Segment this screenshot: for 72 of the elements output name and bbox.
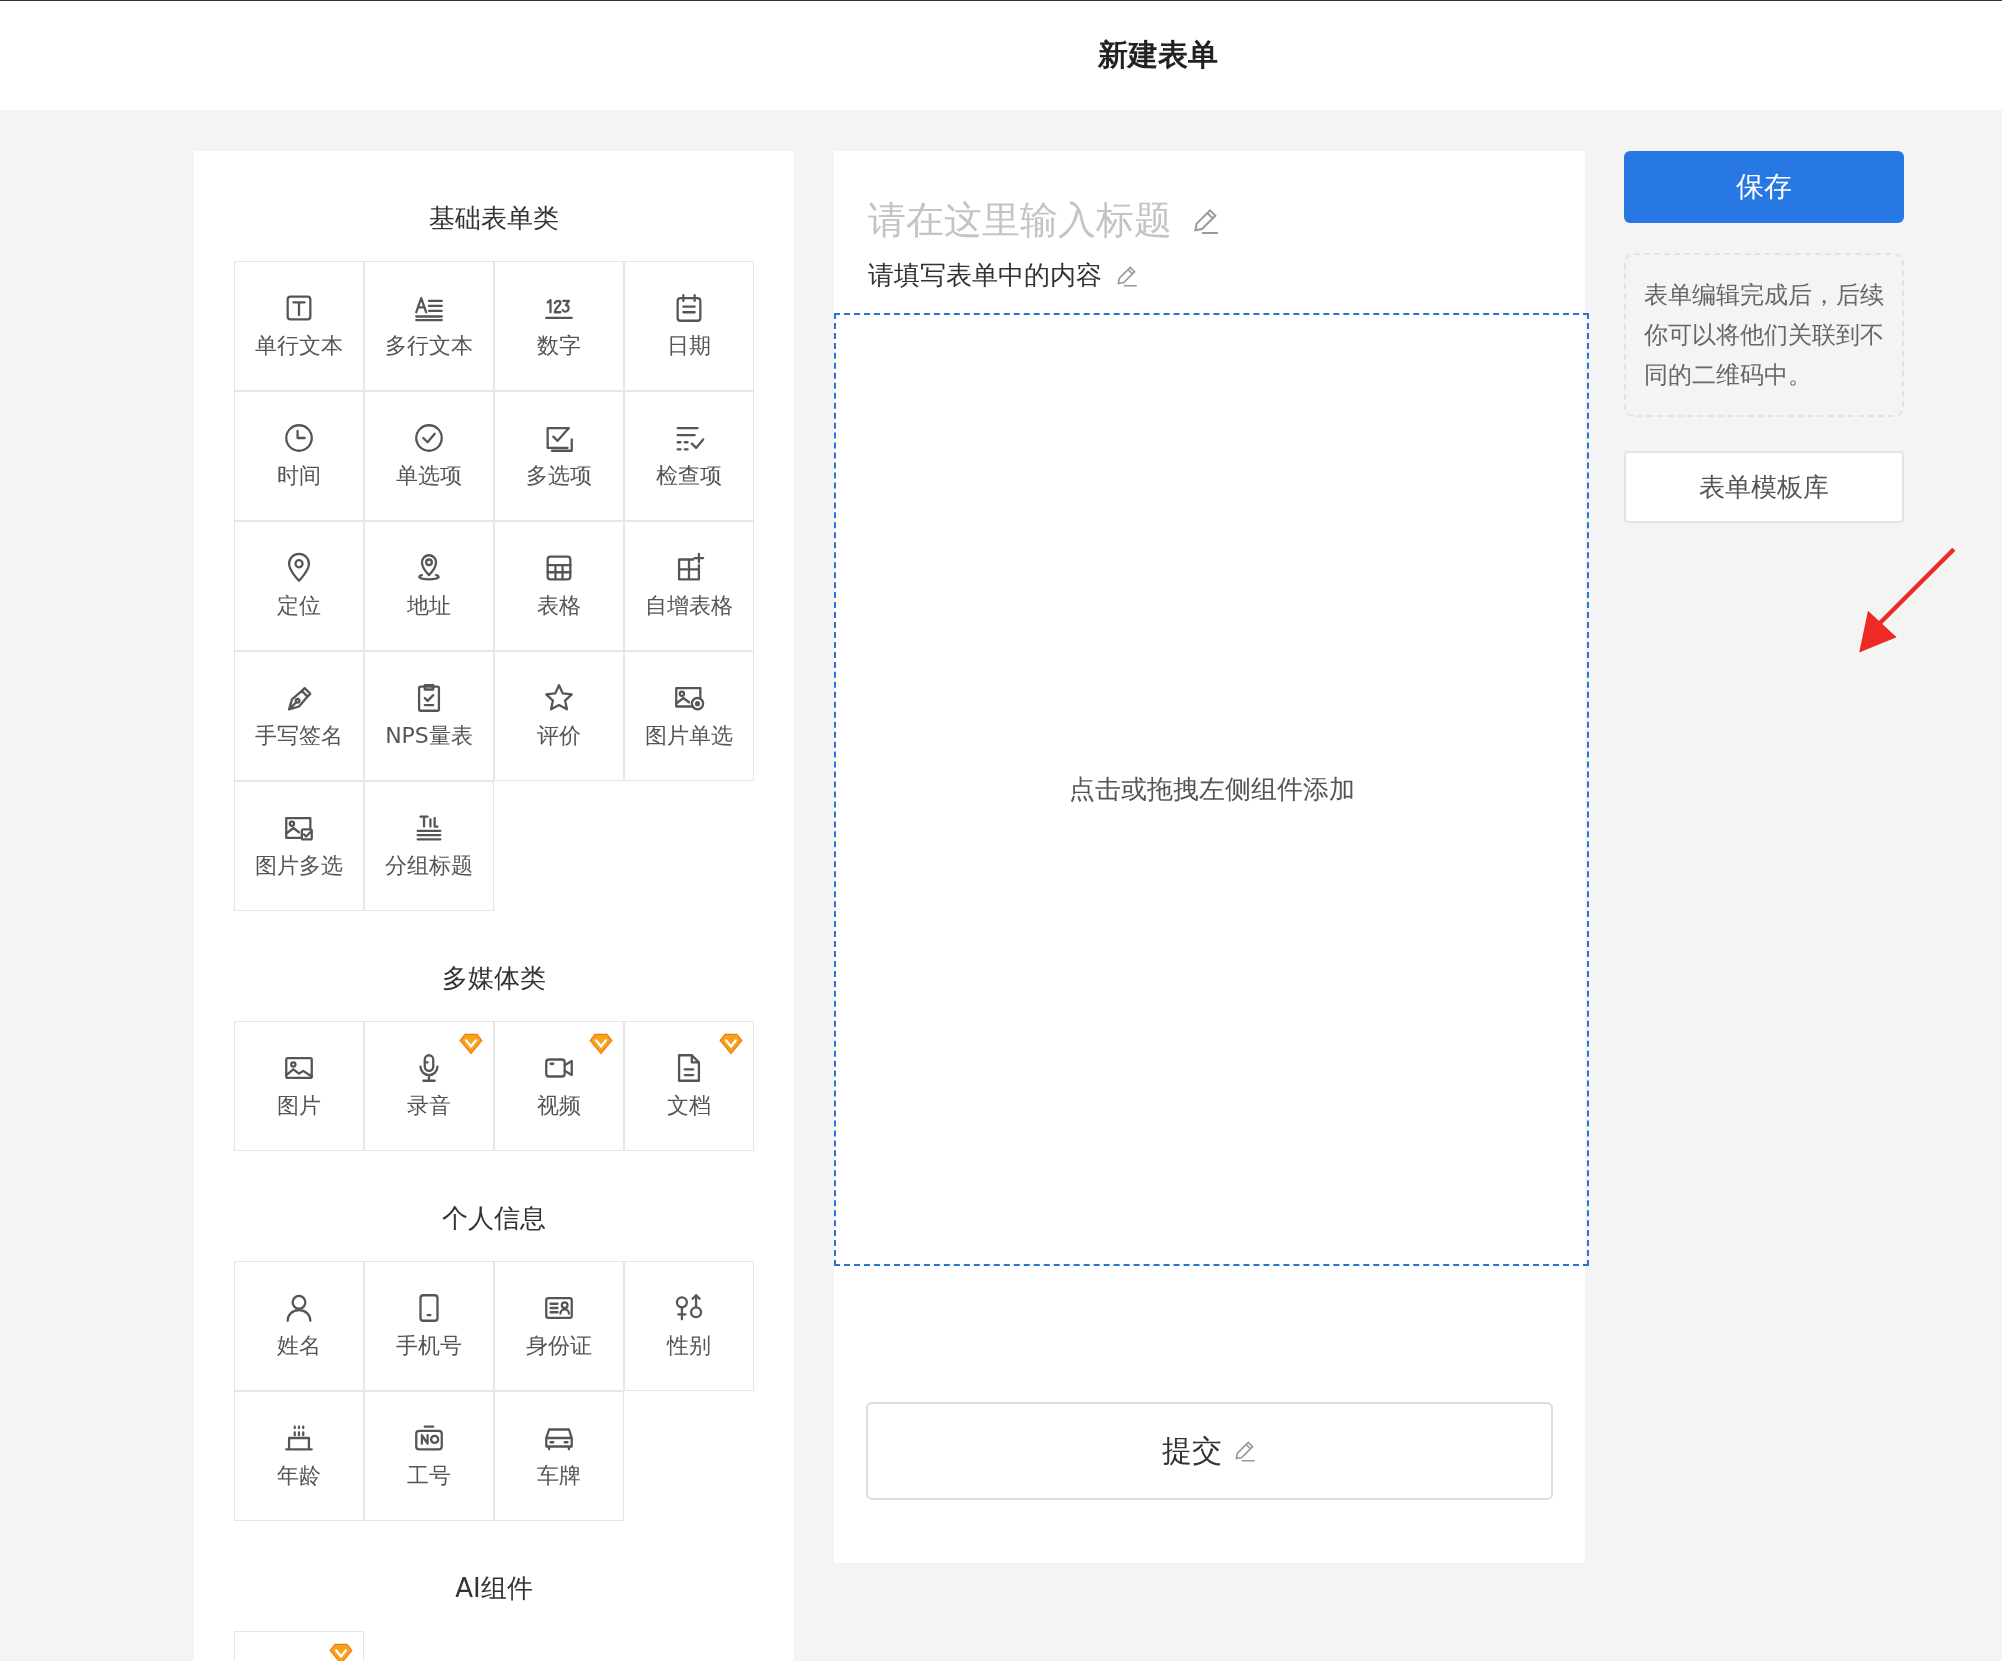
component-tile[interactable]: 定位 [234, 521, 364, 651]
page-title: 新建表单 [1097, 36, 1218, 74]
component-label: NPS量表 [385, 722, 473, 750]
component-label: 身份证 [526, 1332, 592, 1360]
section-title: 多媒体类 [442, 962, 546, 995]
component-label: 评价 [537, 722, 581, 750]
component-tile[interactable]: 多选项 [494, 391, 624, 521]
save-button[interactable]: 保存 [1624, 151, 1904, 223]
component-label: 文档 [667, 1092, 711, 1120]
component-tile[interactable]: 录音 [364, 1021, 494, 1151]
section-title: 个人信息 [442, 1202, 546, 1235]
component-label: 图片单选 [645, 722, 733, 750]
component-label: 定位 [277, 592, 321, 620]
clock-icon [282, 421, 316, 455]
component-tile[interactable]: 数字 [494, 261, 624, 391]
submit-button[interactable]: 提交 [866, 1402, 1553, 1500]
component-label: 时间 [277, 462, 321, 490]
component-tile[interactable]: 评价 [494, 651, 624, 781]
section-title: 基础表单类 [429, 202, 559, 235]
component-label: 年龄 [277, 1462, 321, 1490]
component-label: 多选项 [526, 462, 592, 490]
section-title: AI组件 [455, 1572, 533, 1605]
component-label: 工号 [407, 1462, 451, 1490]
component-tile[interactable]: 多行文本 [364, 261, 494, 391]
component-tile[interactable]: 车牌 [494, 1391, 624, 1521]
component-label: 表格 [537, 592, 581, 620]
component-tile[interactable]: 手机号 [364, 1261, 494, 1391]
component-tile[interactable]: 工号 [364, 1391, 494, 1521]
check-circle-icon [412, 421, 446, 455]
component-label: 图片 [277, 1092, 321, 1120]
component-label: 手机号 [396, 1332, 462, 1360]
component-tile[interactable]: 表格 [494, 521, 624, 651]
component-tile[interactable]: 图片多选 [234, 781, 364, 911]
component-tile[interactable]: 视频 [494, 1021, 624, 1151]
component-tile[interactable]: NPS量表 [364, 651, 494, 781]
component-tile[interactable]: 图片 [234, 1021, 364, 1151]
info-note: 表单编辑完成后，后续你可以将他们关联到不同的二维码中。 [1624, 253, 1904, 417]
form-description[interactable]: 请填写表单中的内容 [868, 258, 1102, 293]
component-label: 姓名 [277, 1332, 321, 1360]
component-label: 录音 [407, 1092, 451, 1120]
component-tile[interactable]: 时间 [234, 391, 364, 521]
component-tile[interactable]: 检查项 [624, 391, 754, 521]
component-tile[interactable]: 地址 [364, 521, 494, 651]
drop-zone[interactable]: 点击或拖拽左侧组件添加 [834, 313, 1589, 1266]
component-tile[interactable]: 文档 [624, 1021, 754, 1151]
component-tile[interactable]: 手写签名 [234, 651, 364, 781]
component-tile[interactable]: 身份证 [494, 1261, 624, 1391]
component-label: 日期 [667, 332, 711, 360]
component-label: 单选项 [396, 462, 462, 490]
component-tile[interactable]: 性别 [624, 1261, 754, 1391]
component-label: 车牌 [537, 1462, 581, 1490]
component-tile[interactable]: 自增表格 [624, 521, 754, 651]
drop-hint: 点击或拖拽左侧组件添加 [1068, 773, 1355, 806]
template-library-button[interactable]: 表单模板库 [1624, 451, 1904, 523]
component-tile[interactable]: 单选项 [364, 391, 494, 521]
component-label: 视频 [537, 1092, 581, 1120]
component-label: 检查项 [656, 462, 722, 490]
component-label: 数字 [537, 332, 581, 360]
component-tile[interactable]: 图片单选 [624, 651, 754, 781]
component-label: 手写签名 [255, 722, 343, 750]
component-label: 地址 [407, 592, 451, 620]
component-tile[interactable]: 姓名 [234, 1261, 364, 1391]
component-label: 图片多选 [255, 852, 343, 880]
component-tile[interactable]: 日期 [624, 261, 754, 391]
component-label: 单行文本 [255, 332, 343, 360]
component-tile[interactable]: 年龄 [234, 1391, 364, 1521]
component-label: 性别 [667, 1332, 711, 1360]
component-tile[interactable]: 分组标题 [364, 781, 494, 911]
component-label: 自增表格 [645, 592, 733, 620]
component-label: 分组标题 [385, 852, 473, 880]
component-label: 多行文本 [385, 332, 473, 360]
component-tile[interactable]: 单行文本 [234, 261, 364, 391]
